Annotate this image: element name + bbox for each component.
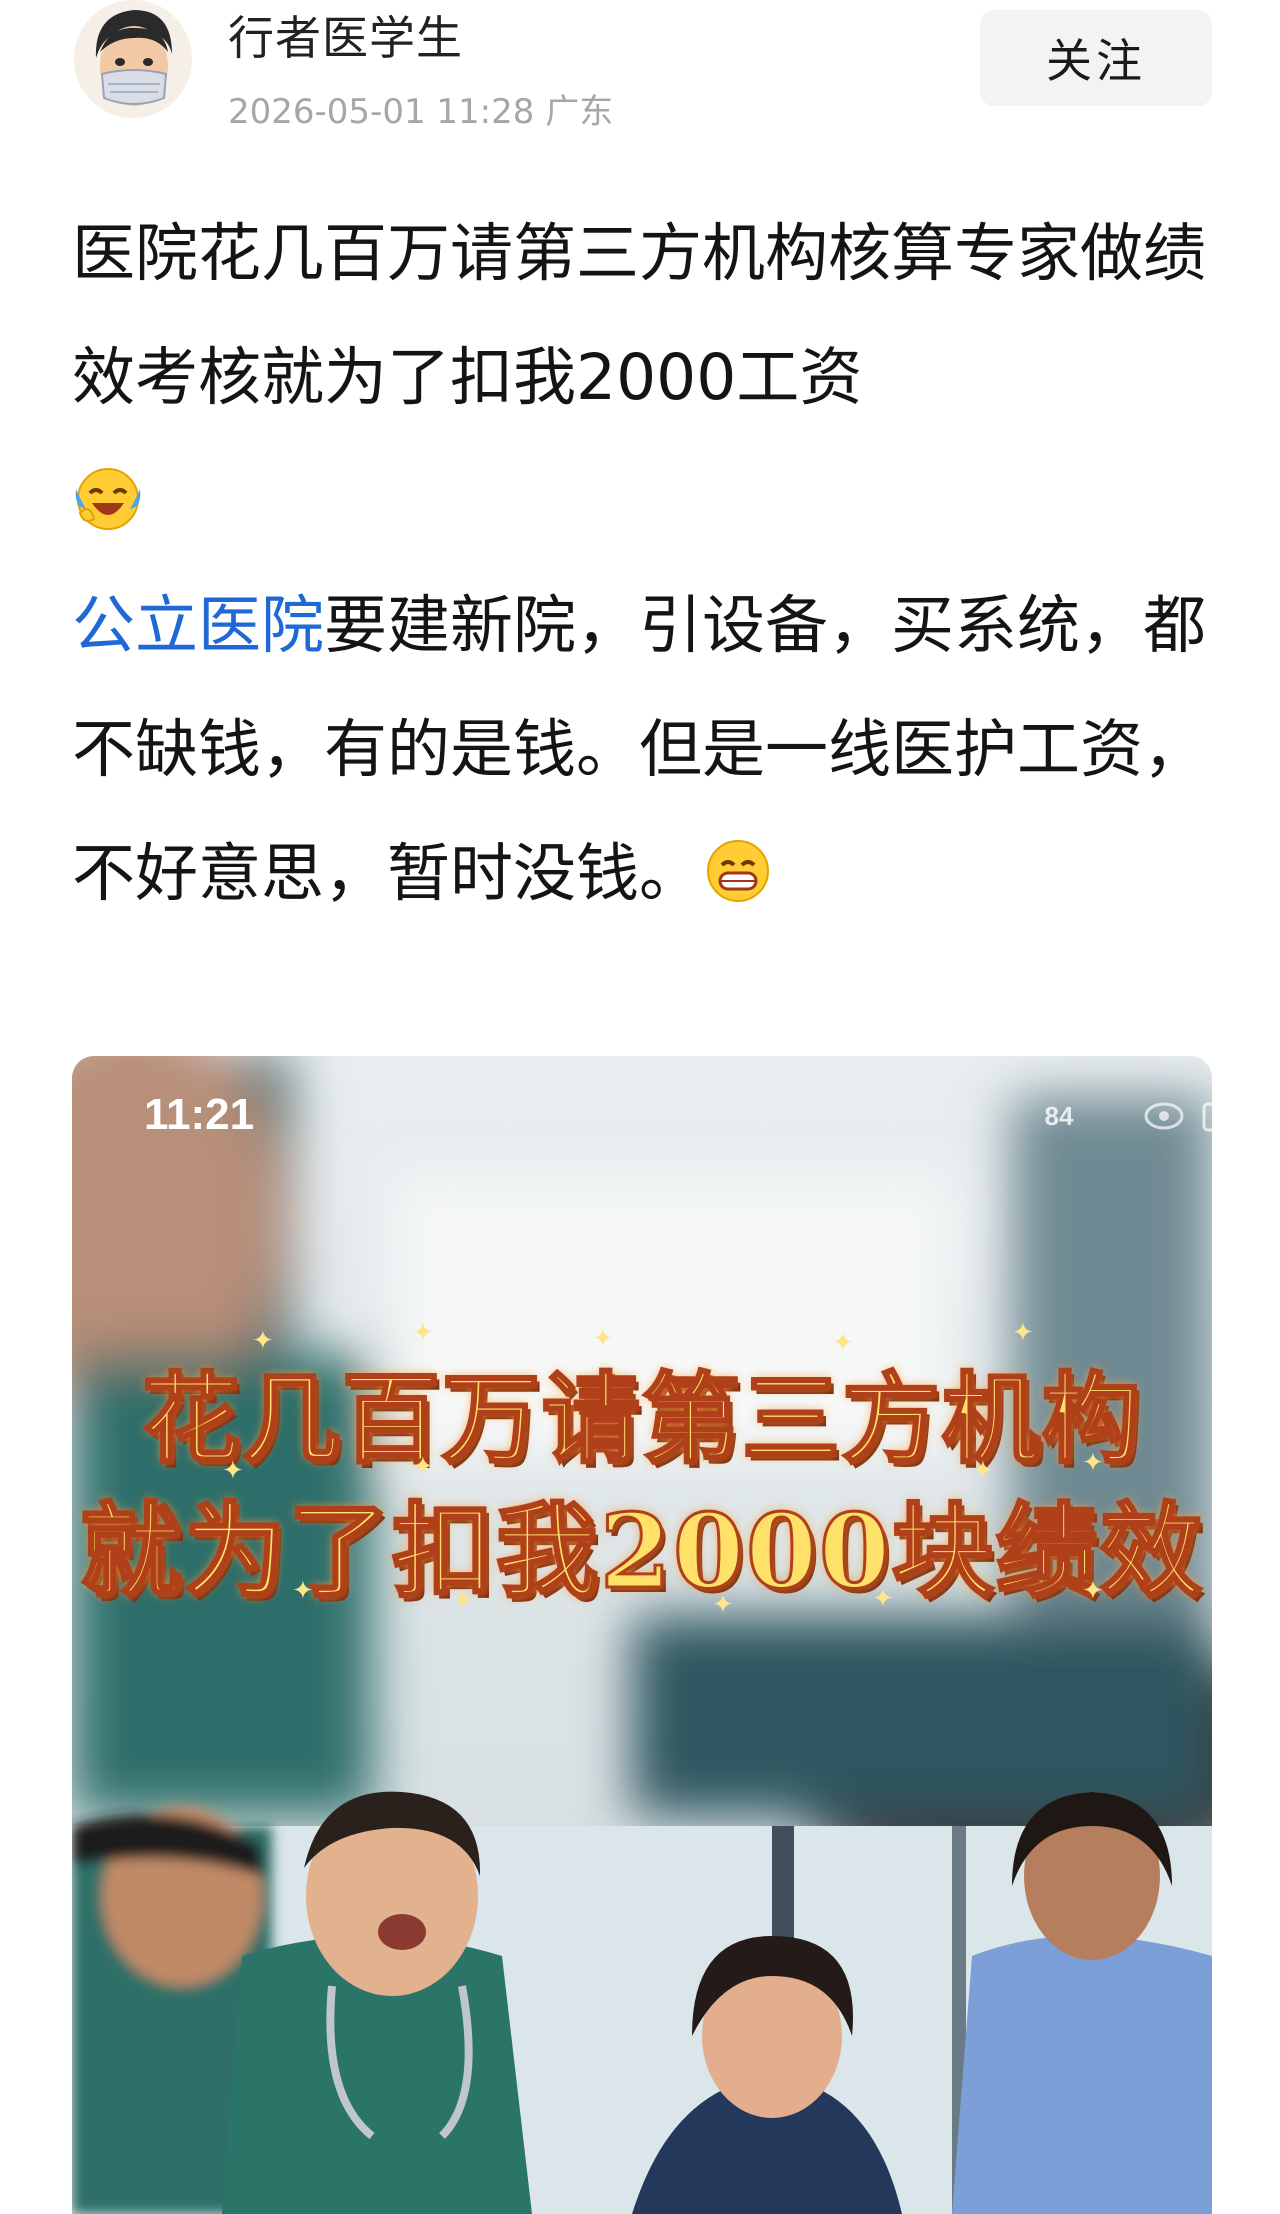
sparkle-icon: ✦ <box>412 1452 434 1482</box>
sparkle-icon: ✦ <box>1012 1318 1034 1348</box>
sparkle-icon: ✦ <box>222 1456 244 1486</box>
crying-laughing-emoji-icon <box>75 468 141 530</box>
follow-button[interactable]: 关注 <box>980 10 1212 106</box>
post-header: 行者医学生 2026-05-01 11:28 广东 关注 <box>0 0 1280 150</box>
sparkle-icon: ✦ <box>252 1326 274 1356</box>
battery-level: 84 <box>1044 1101 1074 1131</box>
video-background <box>72 1056 1212 2214</box>
sparkle-icon: ✦ <box>832 1328 854 1358</box>
sparkle-icon: ✦ <box>452 1586 474 1616</box>
post-paragraph-1: 医院花几百万请第三方机构核算专家做绩效考核就为了扣我2000工资 <box>72 192 1212 564</box>
post-paragraph-2: 公立医院要建新院，引设备，买系统，都不缺钱，有的是钱。但是一线医护工资，不好意思… <box>72 564 1212 936</box>
sparkle-icon: ✦ <box>872 1584 894 1614</box>
avatar-illustration <box>74 0 192 118</box>
avatar[interactable] <box>74 0 192 118</box>
video-headline-line-2: 就为了扣我2000块绩效 <box>79 1491 1204 1614</box>
status-bar-icons <box>1144 1102 1212 1132</box>
hashtag-link[interactable]: 公立医院 <box>72 589 324 662</box>
post-text: 医院花几百万请第三方机构核算专家做绩效考核就为了扣我2000工资 公立医院要建新… <box>72 192 1212 936</box>
sparkle-icon: ✦ <box>1082 1576 1104 1606</box>
author-name[interactable]: 行者医学生 <box>228 2 463 68</box>
post-video-thumbnail[interactable]: 11:21 84 花几百万请第三方机构 就为了扣我2000块绩效 ✦ ✦ ✦ ✦… <box>72 1056 1212 2214</box>
sparkle-icon: ✦ <box>712 1590 734 1620</box>
post-text-line-1: 医院花几百万请第三方机构核算专家做绩效考核就为了扣我2000工资 <box>72 217 1206 414</box>
sparkle-icon: ✦ <box>972 1456 994 1486</box>
sparkle-icon: ✦ <box>592 1324 614 1354</box>
post-timestamp-location: 2026-05-01 11:28 广东 <box>228 92 614 132</box>
grinning-emoji-icon <box>707 840 769 902</box>
video-status-clock: 11:21 <box>144 1090 255 1139</box>
sparkle-icon: ✦ <box>1082 1448 1104 1478</box>
sparkle-icon: ✦ <box>412 1318 434 1348</box>
sparkle-icon: ✦ <box>292 1576 314 1606</box>
